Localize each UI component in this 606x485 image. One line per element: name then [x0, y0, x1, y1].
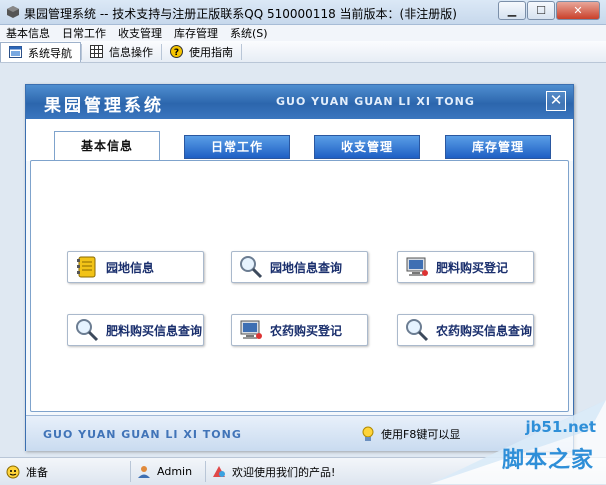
status-user: Admin	[131, 461, 206, 482]
tab-content: 园地信息 园地信息查询 肥料购买登记 肥料购买信息查询 农药购买登记 农药购买信…	[30, 160, 569, 412]
footer-pinyin: GUO YUAN GUAN LI XI TONG	[43, 428, 242, 441]
grid-icon	[90, 45, 103, 58]
menu-finance[interactable]: 收支管理	[112, 25, 168, 41]
lightbulb-icon	[362, 426, 374, 441]
fertilizer-purchase-register-label: 肥料购买登记	[436, 260, 509, 275]
tool-info-ops-label: 信息操作	[109, 45, 153, 59]
title-bar: 果园管理系统 -- 技术支持与注册正版联系QQ 510000118 当前版本：(…	[0, 0, 606, 25]
svg-text:?: ?	[174, 48, 179, 58]
minimize-icon: ▁	[507, 4, 517, 17]
magnifier-icon	[240, 256, 263, 279]
tool-system-nav-label: 系统导航	[28, 46, 72, 60]
status-bar: 准备 Admin 欢迎使用我们的产品!	[0, 457, 606, 485]
window-controls: ▁ ☐ ✕	[497, 1, 600, 20]
help-icon: ?	[170, 45, 183, 58]
footer-hint: 使用F8键可以显	[359, 425, 460, 443]
window-title: 果园管理系统 -- 技术支持与注册正版联系QQ 510000118 当前版本：(…	[24, 7, 457, 21]
user-icon	[138, 465, 150, 478]
close-icon: ✕	[549, 91, 563, 109]
orchard-info-query-button[interactable]: 园地信息查询	[231, 251, 368, 283]
status-welcome-text: 欢迎使用我们的产品!	[232, 465, 336, 479]
maximize-icon: ☐	[536, 4, 546, 17]
pesticide-purchase-query-button[interactable]: 农药购买信息查询	[397, 314, 534, 346]
tool-user-guide[interactable]: ? 使用指南	[162, 42, 241, 62]
tab-daily-work[interactable]: 日常工作	[184, 135, 290, 159]
tool-user-guide-label: 使用指南	[189, 45, 233, 59]
menu-daily-work[interactable]: 日常工作	[56, 25, 112, 41]
tab-basic-info[interactable]: 基本信息	[54, 131, 160, 160]
panel-header: 果园管理系统 GUO YUAN GUAN LI XI TONG ✕	[26, 85, 573, 119]
tab-finance[interactable]: 收支管理	[314, 135, 420, 159]
minimize-button[interactable]: ▁	[498, 1, 526, 20]
tab-strip: 基本信息 日常工作 收支管理 库存管理	[26, 119, 573, 161]
fertilizer-purchase-query-button[interactable]: 肥料购买信息查询	[67, 314, 204, 346]
fertilizer-purchase-register-button[interactable]: 肥料购买登记	[397, 251, 534, 283]
magnifier-icon	[406, 319, 429, 342]
computer-icon	[406, 257, 428, 276]
close-icon: ✕	[573, 4, 583, 17]
close-window-button[interactable]: ✕	[556, 1, 600, 20]
orchard-info-button[interactable]: 园地信息	[67, 251, 204, 283]
panel-close-button[interactable]: ✕	[546, 91, 566, 111]
panel-pinyin: GUO YUAN GUAN LI XI TONG	[276, 95, 475, 108]
panel-footer: GUO YUAN GUAN LI XI TONG 使用F8键可以显	[26, 415, 573, 451]
status-user-text: Admin	[157, 465, 193, 478]
toolbar: 系统导航 信息操作 ? 使用指南	[0, 41, 606, 63]
pesticide-purchase-register-label: 农药购买登记	[270, 323, 343, 338]
status-ready: 准备	[0, 461, 131, 482]
orchard-info-label: 园地信息	[106, 260, 155, 275]
tab-inventory[interactable]: 库存管理	[445, 135, 551, 159]
smiley-icon	[6, 465, 20, 478]
window-icon	[9, 46, 22, 58]
fertilizer-purchase-query-label: 肥料购买信息查询	[106, 323, 203, 338]
navigation-panel: 果园管理系统 GUO YUAN GUAN LI XI TONG ✕ 基本信息 日…	[25, 84, 574, 451]
menu-basic-info[interactable]: 基本信息	[0, 25, 56, 41]
tool-system-nav[interactable]: 系统导航	[0, 42, 81, 62]
orchard-info-query-label: 园地信息查询	[270, 260, 343, 275]
menu-inventory[interactable]: 库存管理	[168, 25, 224, 41]
magnifier-icon	[76, 319, 99, 342]
status-welcome: 欢迎使用我们的产品!	[206, 461, 341, 482]
maximize-button[interactable]: ☐	[527, 1, 555, 20]
app-icon	[7, 6, 19, 18]
computer-icon	[240, 320, 262, 339]
pesticide-purchase-query-label: 农药购买信息查询	[436, 323, 533, 338]
footer-hint-text: 使用F8键可以显	[381, 428, 461, 441]
notebook-icon	[77, 256, 96, 278]
menu-system[interactable]: 系统(S)	[224, 25, 274, 41]
status-ready-text: 准备	[26, 465, 48, 479]
main-content: 果园管理系统 GUO YUAN GUAN LI XI TONG ✕ 基本信息 日…	[0, 63, 606, 456]
panel-title: 果园管理系统	[44, 96, 164, 116]
shapes-icon	[213, 465, 225, 477]
toolbar-separator	[241, 43, 242, 60]
menu-bar: 基本信息 日常工作 收支管理 库存管理 系统(S)	[0, 25, 606, 41]
tool-info-ops[interactable]: 信息操作	[82, 42, 161, 62]
pesticide-purchase-register-button[interactable]: 农药购买登记	[231, 314, 368, 346]
